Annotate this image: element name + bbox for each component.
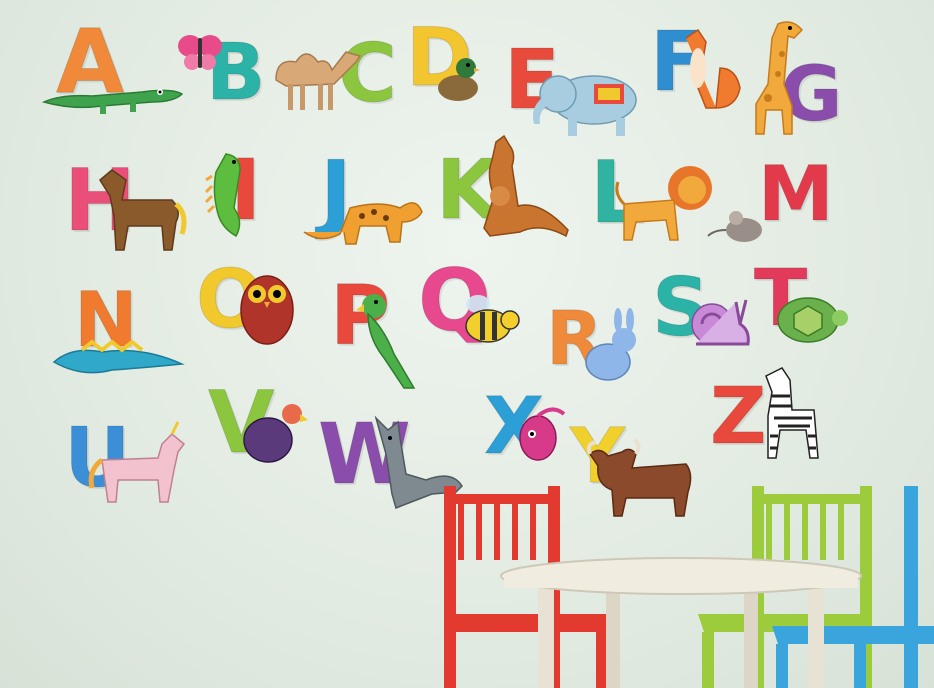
xiphias-fish-icon [512,404,568,466]
lion-icon [614,164,718,244]
zebra-icon [756,366,822,460]
jaguar-icon [300,182,424,252]
newt-icon [52,338,185,386]
duck-icon [432,52,480,106]
kids-table [498,556,864,688]
parrot-icon [354,288,416,390]
owl-icon [236,264,298,346]
turtle-icon [770,290,848,352]
crocodile-icon [41,80,184,116]
mouse-icon [706,206,766,248]
vulture-icon [238,400,308,468]
unicorn-icon [88,421,188,504]
snail-icon [688,290,752,354]
camel-icon [266,40,366,112]
kangaroo-icon [470,134,570,240]
alphabet-wall-scene: A B C D E F G H I J K L M N O P Q R S T … [0,0,934,688]
elephant-icon [524,68,640,138]
letter-m: M [758,149,835,238]
fox-icon [676,28,746,110]
iguana-icon [204,152,252,238]
rabbit-icon [578,308,644,384]
giraffe-icon [748,14,812,136]
queen-bee-icon [458,290,522,350]
horse-icon [92,166,188,252]
butterfly-icon [176,30,224,74]
